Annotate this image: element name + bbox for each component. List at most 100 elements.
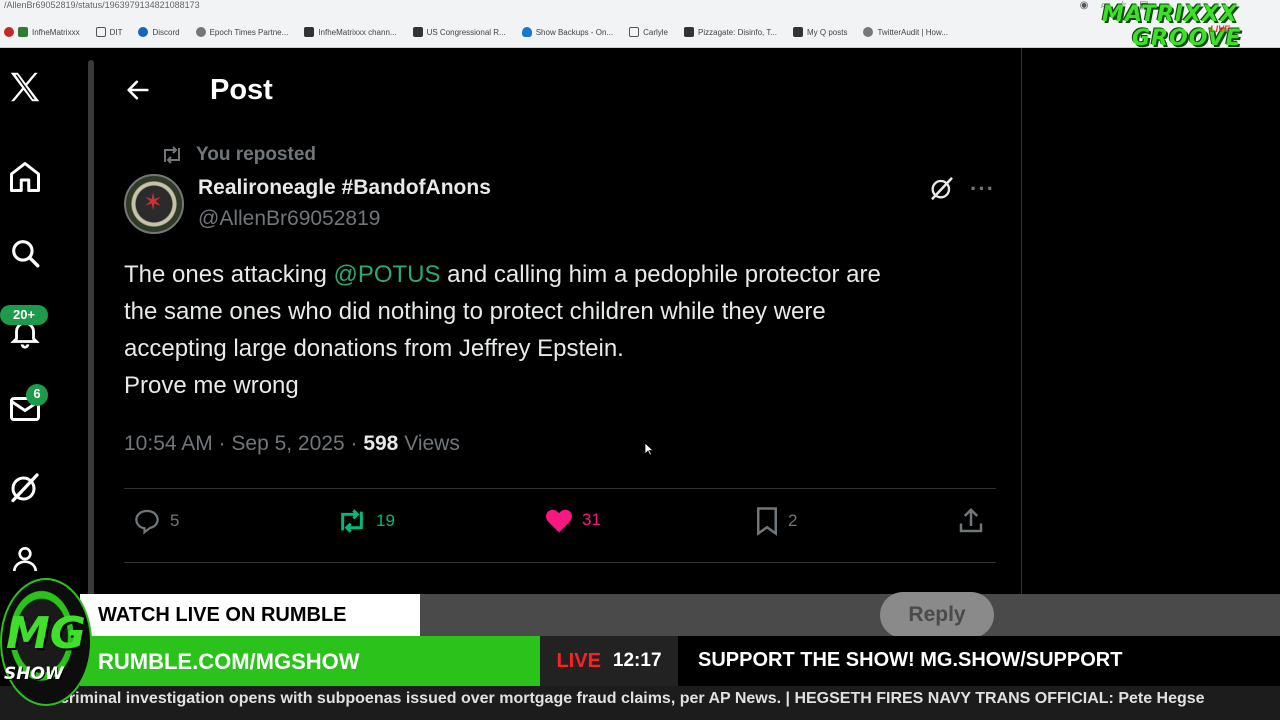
avatar[interactable] [124,174,184,234]
bookmark-label: TwitterAudit | How... [877,27,948,37]
bookmark-item[interactable]: US Congressional R... [412,27,506,37]
views-label: Views [398,432,460,455]
retweet-icon [341,509,363,533]
tweet-text-segment: The ones attacking [124,261,334,288]
live-time: 12:17 [612,650,662,671]
bookmark-item[interactable]: DIT [95,27,123,37]
author-name[interactable]: Realironeagle #BandofAnons [198,176,491,200]
bookmark-label: Carlyle [643,27,668,37]
matrixxx-groove-logo: MATRIXXX GROOVE LIVE [1092,0,1262,54]
bookmark-item[interactable]: InfheMatrixxx [4,27,80,37]
search-icon[interactable] [6,234,44,272]
ticker-text: criminal investigation opens with subpoe… [60,690,1205,707]
tweet-line: the same ones who did nothing to protect… [124,298,826,325]
bookmark-count: 2 [788,511,798,530]
watch-live-label: WATCH LIVE ON RUMBLE [98,604,347,626]
repost-action[interactable]: 19 [336,506,395,536]
rumble-url-banner: RUMBLE.COM/MGSHOW [80,636,540,686]
bookmark-label: Pizzagate: Disinfo, T... [698,27,777,37]
tweet-text-segment: and calling him a pedophile protector ar… [440,261,881,288]
tweet-line: Prove me wrong [124,372,299,399]
bookmark-icon [757,507,777,536]
bookmark-label: InfheMatrixxx [32,27,80,37]
page-title: Post [210,74,273,106]
mg-show-logo: MG SHOW [0,578,92,706]
bookmark-label: My Q posts [807,27,848,37]
more-options-icon[interactable]: ··· [970,176,995,202]
scrollbar[interactable] [88,60,94,600]
repost-label: You reposted [196,144,316,165]
support-banner: SUPPORT THE SHOW! MG.SHOW/SUPPORT [678,636,1280,686]
bookmark-item[interactable]: Epoch Times Partne... [195,27,289,37]
bookmark-icon [18,27,28,37]
post-header: Post [98,66,1022,114]
tweet-text: The ones attacking @POTUS and calling hi… [124,256,1004,404]
bookmark-label: US Congressional R... [426,27,506,37]
like-count: 31 [582,510,601,529]
share-icon [959,507,983,533]
bookmark-action[interactable]: 2 [754,506,797,536]
messages-badge: 6 [26,384,48,406]
back-arrow-icon[interactable] [124,76,152,104]
bookmark-item[interactable]: TwitterAudit | How... [863,27,948,37]
bookmark-label: Epoch Times Partne... [209,27,289,37]
bookmark-item[interactable]: Carlyle [629,27,668,37]
tweet-line: accepting large donations from Jeffrey E… [124,335,624,362]
cloud-icon [521,27,532,37]
reply-count: 5 [170,511,180,530]
logo-live: LIVE [1210,24,1231,34]
url-bar[interactable]: /AllenBr69052819/status/1963979134821088… [4,0,200,10]
home-icon[interactable] [6,158,44,196]
tweet-line: The ones attacking @POTUS and calling hi… [124,256,1004,293]
bookmark-item[interactable]: My Q posts [793,27,847,37]
folder-icon [95,27,106,37]
repost-icon [164,146,180,164]
bookmark-label: Show Backups - On... [535,27,614,37]
bookmark-label: DIT [109,27,123,37]
divider [124,488,996,489]
news-ticker: criminal investigation opens with subpoe… [0,686,1280,720]
bookmark-label: Discord [152,27,180,37]
grok-explain-icon[interactable] [928,174,956,202]
logo-show-label: SHOW [4,664,64,684]
bookmark-list: InfheMatrixxx DIT Discord Epoch Times Pa… [0,22,948,42]
bookmark-icon [863,27,874,37]
mouse-cursor-icon [644,442,654,456]
extension-icon[interactable]: ◉ [1080,0,1089,11]
bookmark-item[interactable]: Pizzagate: Disinfo, T... [684,27,777,37]
profile-icon[interactable] [6,540,44,578]
heart-icon [546,509,572,533]
support-text: SUPPORT THE SHOW! MG.SHOW/SUPPORT [698,649,1123,671]
notifications-badge: 20+ [0,305,48,325]
folder-icon [629,27,640,37]
divider [124,562,996,563]
repost-indicator: You reposted [160,144,316,166]
tweet-timestamp[interactable]: 10:54 AM · Sep 5, 2025 · [124,432,363,455]
grok-icon[interactable] [6,468,44,506]
bookmark-item[interactable]: InfheMatrixxx chann... [304,27,397,37]
reply-button[interactable]: Reply [880,592,994,638]
x-logo-icon[interactable] [6,68,44,106]
bookmark-item[interactable]: Show Backups - On... [521,27,614,37]
bookmark-item[interactable]: Discord [138,27,180,37]
bookmark-icon [793,27,803,37]
author-handle[interactable]: @AllenBr69052819 [198,207,380,231]
mention-link[interactable]: @POTUS [333,261,440,288]
tweet-meta: 10:54 AM · Sep 5, 2025 · 598 Views [124,432,460,456]
watch-live-banner: WATCH LIVE ON RUMBLE [80,594,420,636]
discord-icon [138,27,149,37]
logo-letters: MG [6,608,86,659]
bookmark-icon [304,27,315,37]
reply-action[interactable]: 5 [132,506,179,536]
bookmark-icon [195,27,206,37]
rumble-url: RUMBLE.COM/MGSHOW [98,649,360,674]
like-action[interactable]: 31 [544,506,601,534]
share-action[interactable] [956,506,986,536]
bookmark-label: InfheMatrixxx chann... [318,27,397,37]
live-clock: LIVE 12:17 [540,636,678,686]
repost-count: 19 [376,511,395,530]
bookmark-icon [4,27,14,37]
tweet-actions: 5 19 31 2 [124,506,996,546]
reply-bar-strip [420,594,1280,636]
views-count: 598 [363,432,399,455]
